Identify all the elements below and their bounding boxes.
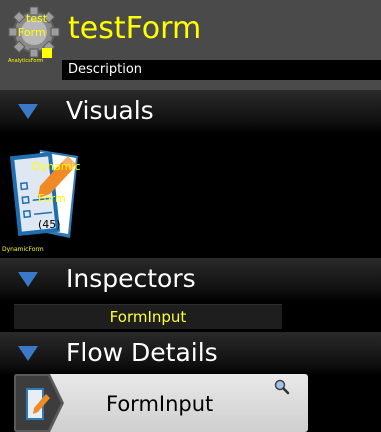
flow-details-section-label: Flow Details: [66, 338, 218, 367]
visual-item-title-top: Dynamic: [32, 160, 80, 173]
inspectors-section-label: Inspectors: [66, 264, 196, 293]
test-form-app-icon[interactable]: test Form AnalyticsForm: [8, 6, 60, 64]
search-icon[interactable]: [274, 379, 290, 395]
visuals-section-header[interactable]: Visuals: [0, 90, 381, 134]
collapse-triangle-icon[interactable]: [17, 102, 39, 120]
collapse-triangle-icon[interactable]: [17, 344, 39, 362]
inspector-item-label: FormInput: [109, 308, 187, 326]
inspectors-section-header[interactable]: Inspectors: [0, 258, 381, 302]
visuals-section-label: Visuals: [66, 96, 154, 125]
description-label: Description: [68, 62, 143, 77]
app-icon-caption: AnalyticsForm: [8, 58, 43, 64]
collapse-triangle-icon[interactable]: [17, 270, 39, 288]
visual-item-caption: DynamicForm: [2, 246, 44, 253]
visual-item-count: (45): [38, 218, 61, 231]
app-icon-text-top: test: [26, 12, 48, 25]
app-icon-text-mid: Form: [18, 26, 46, 39]
flow-item-forminput[interactable]: FormInput: [14, 374, 308, 432]
dynamic-form-visual-icon[interactable]: Dynamic Form (45): [10, 142, 80, 244]
flow-details-section-header[interactable]: Flow Details: [0, 332, 381, 376]
inspector-item-forminput[interactable]: FormInput: [14, 304, 282, 329]
form-title: testForm: [68, 11, 202, 46]
flow-step-arrow-icon: [14, 374, 64, 432]
flow-item-label: FormInput: [106, 392, 214, 416]
visual-item-title-mid: Form: [38, 192, 66, 205]
